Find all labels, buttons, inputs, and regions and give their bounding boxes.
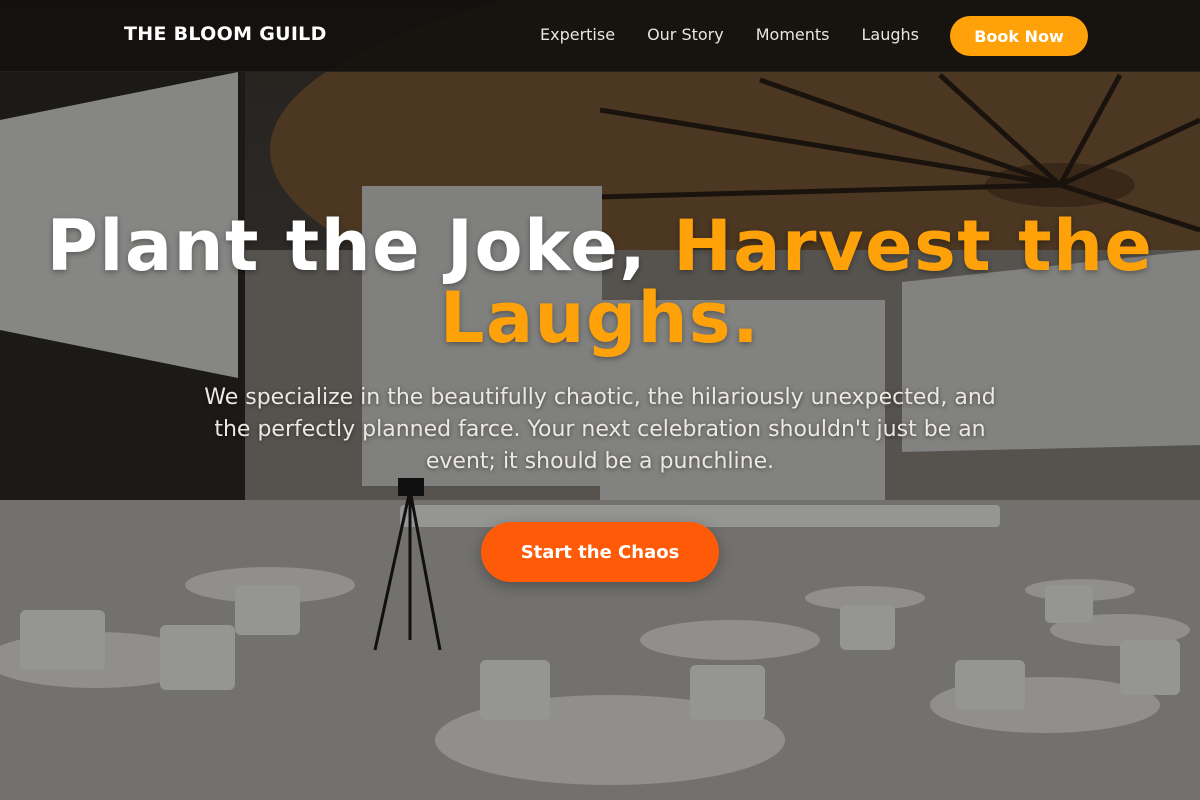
hero-content: Plant the Joke, Harvest the Laughs. We s… [0, 210, 1200, 582]
nav-link-expertise[interactable]: Expertise [540, 25, 615, 44]
brand-logo[interactable]: THE BLOOM GUILD [124, 23, 327, 45]
nav-link-laughs[interactable]: Laughs [862, 25, 920, 44]
hero-headline: Plant the Joke, Harvest the Laughs. [0, 210, 1200, 354]
nav-link-our-story[interactable]: Our Story [647, 25, 724, 44]
navbar: THE BLOOM GUILD Expertise Our Story Mome… [0, 0, 1200, 72]
headline-part-white: Plant the Joke, [46, 205, 674, 287]
nav-link-moments[interactable]: Moments [756, 25, 830, 44]
hero-subtitle: We specialize in the beautifully chaotic… [204, 385, 996, 474]
nav-links: Expertise Our Story Moments Laughs [540, 25, 919, 44]
book-now-button[interactable]: Book Now [950, 16, 1088, 56]
start-the-chaos-button[interactable]: Start the Chaos [481, 522, 719, 582]
